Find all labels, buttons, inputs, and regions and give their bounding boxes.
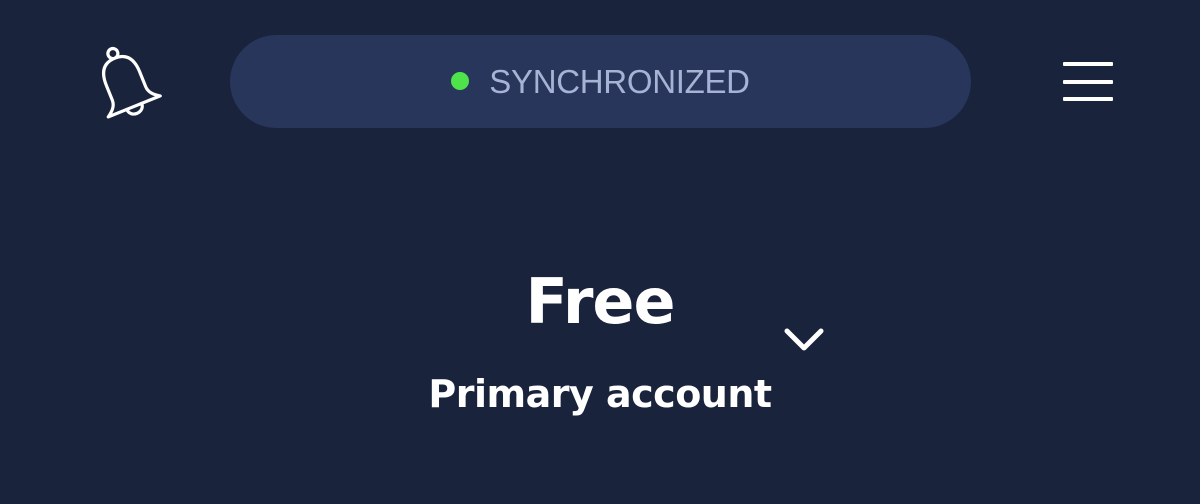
account-switcher[interactable]: Free Primary account: [400, 255, 870, 435]
account-label: Primary account: [428, 372, 772, 416]
chevron-down-icon: [784, 328, 824, 351]
sync-status-label: SYNCHRONIZED: [489, 62, 750, 100]
sync-status-dot: [451, 71, 470, 90]
menu-button[interactable]: [1050, 50, 1126, 114]
bell-icon: [101, 46, 162, 119]
sync-status-pill[interactable]: SYNCHRONIZED: [230, 35, 971, 128]
plan-name: Free: [525, 265, 675, 338]
notifications-button[interactable]: [76, 36, 176, 132]
